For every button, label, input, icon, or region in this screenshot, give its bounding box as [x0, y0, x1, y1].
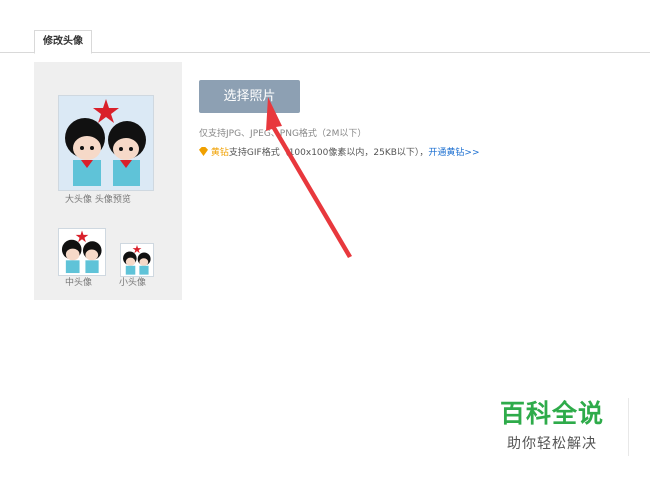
watermark-subtitle: 助你轻松解决 [507, 436, 597, 452]
watermark: 百科全说 助你轻松解决 [482, 394, 622, 453]
divider [628, 398, 629, 456]
watermark-title: 百科全说 [499, 399, 604, 428]
